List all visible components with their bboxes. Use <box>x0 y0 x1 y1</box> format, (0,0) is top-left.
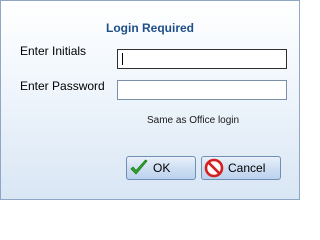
password-input[interactable] <box>117 80 287 100</box>
cancel-button[interactable]: Cancel <box>201 156 281 180</box>
password-label: Enter Password <box>20 79 105 93</box>
password-hint: Same as Office login <box>147 115 240 126</box>
no-entry-icon <box>204 158 224 178</box>
initials-input[interactable] <box>117 49 287 69</box>
ok-button[interactable]: OK <box>126 156 196 180</box>
initials-label: Enter Initials <box>20 44 87 58</box>
cancel-label: Cancel <box>228 161 266 175</box>
dialog-title: Login Required <box>106 21 194 35</box>
login-dialog: Login Required Enter Initials Enter Pass… <box>0 0 300 200</box>
checkmark-icon <box>130 159 148 175</box>
ok-label: OK <box>153 161 171 175</box>
text-caret <box>122 53 123 65</box>
